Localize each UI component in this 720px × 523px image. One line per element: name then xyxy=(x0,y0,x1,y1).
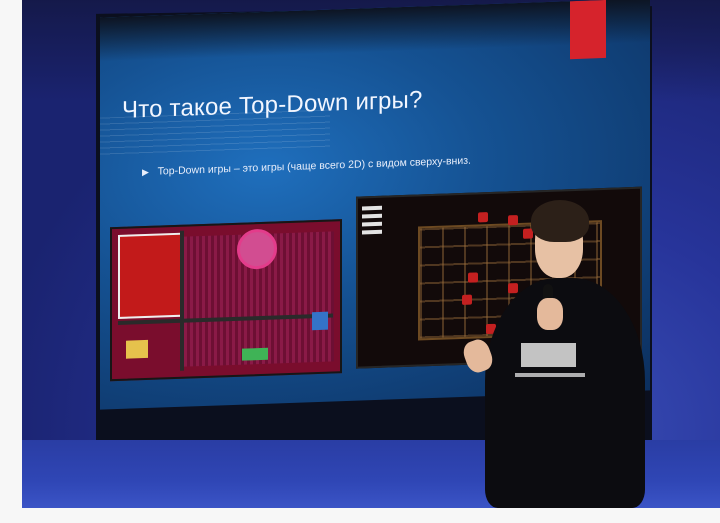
hud-bar xyxy=(362,229,382,235)
game-yellow-rug xyxy=(126,339,148,359)
image-border-left xyxy=(0,0,22,523)
game-enemy xyxy=(462,294,472,305)
hud-bar xyxy=(362,213,382,219)
speaker-hair xyxy=(531,200,589,242)
hoodie-print xyxy=(521,343,576,367)
speaker xyxy=(460,200,650,508)
slide-title: Что такое Top-Down игры? xyxy=(122,86,423,124)
hud-bar xyxy=(362,221,382,227)
speaker-hand-right xyxy=(537,298,563,330)
game-red-room xyxy=(118,232,182,319)
game-screenshot-left xyxy=(110,219,342,382)
slide-bullet: ▶ Top-Down игры – это игры (чаще всего 2… xyxy=(142,155,471,178)
game-hud xyxy=(362,201,402,262)
bullet-arrow-icon: ▶ xyxy=(142,166,149,178)
slide-bullet-text: Top-Down игры – это игры (чаще всего 2D)… xyxy=(157,154,471,178)
hoodie-print-line xyxy=(515,373,585,377)
conference-photo: Что такое Top-Down игры? ▶ Top-Down игры… xyxy=(0,0,720,523)
game-wall xyxy=(180,230,184,371)
speaker-hoodie xyxy=(485,278,645,508)
slide-red-accent xyxy=(570,0,606,60)
hud-bar xyxy=(362,205,382,211)
image-border-bottom xyxy=(0,508,720,523)
game-green-couch xyxy=(242,347,268,361)
game-blue-object xyxy=(312,311,328,331)
